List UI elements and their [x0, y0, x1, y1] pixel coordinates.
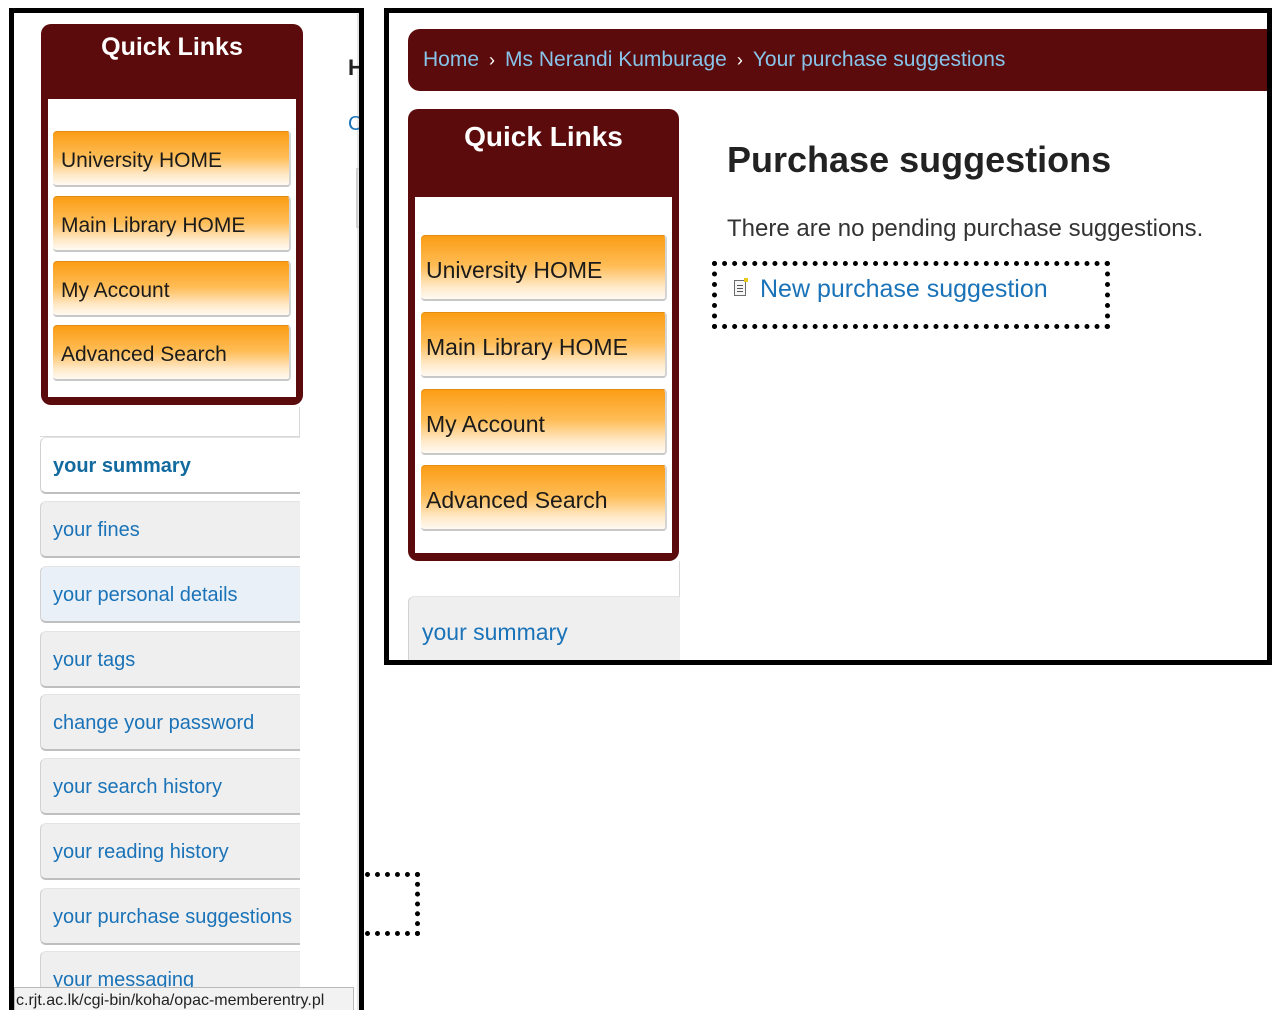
- dotted-connector: [365, 872, 420, 936]
- page-title: Purchase suggestions: [727, 139, 1112, 180]
- left-screenshot-panel: H C Quick Links University HOME Main Lib…: [9, 8, 364, 1010]
- content-edge: [357, 13, 359, 1010]
- tab-your-tags[interactable]: your tags: [40, 631, 300, 688]
- tab-your-reading-history[interactable]: your reading history: [40, 823, 300, 880]
- cropped-box-fragment: [356, 168, 359, 228]
- empty-state-message: There are no pending purchase suggestion…: [727, 215, 1204, 242]
- breadcrumb-home[interactable]: Home: [423, 48, 479, 71]
- breadcrumb-current[interactable]: Your purchase suggestions: [753, 48, 1006, 71]
- tab-your-purchase-suggestions[interactable]: your purchase suggestions: [40, 888, 300, 945]
- breadcrumb: Home › Ms Nerandi Kumburage › Your purchase …: [408, 29, 1267, 91]
- tab-your-search-history[interactable]: your search history: [40, 758, 300, 815]
- quick-link-university-home[interactable]: University HOME: [53, 131, 291, 187]
- quick-link-university-home[interactable]: University HOME: [421, 235, 667, 301]
- breadcrumb-user[interactable]: Ms Nerandi Kumburage: [505, 48, 727, 71]
- quick-link-my-account[interactable]: My Account: [421, 389, 667, 455]
- tab-your-summary[interactable]: your summary: [408, 596, 680, 660]
- quick-links-title: Quick Links: [101, 33, 243, 61]
- tab-your-fines[interactable]: your fines: [40, 501, 300, 558]
- tab-list-top-frame: [40, 407, 300, 437]
- quick-link-main-library-home[interactable]: Main Library HOME: [421, 312, 667, 378]
- quick-link-main-library-home[interactable]: Main Library HOME: [53, 196, 291, 252]
- quick-links-box: Quick Links University HOME Main Library…: [41, 24, 303, 405]
- tab-your-personal-details[interactable]: your personal details: [40, 566, 300, 623]
- browser-status-bar: c.rjt.ac.lk/cgi-bin/koha/opac-memberentr…: [14, 987, 354, 1010]
- breadcrumb-separator: ›: [736, 50, 743, 70]
- quick-links-list: University HOME Main Library HOME My Acc…: [415, 197, 672, 553]
- right-screenshot-panel: Home › Ms Nerandi Kumburage › Your purchase …: [384, 8, 1272, 665]
- document-icon: [734, 278, 748, 296]
- quick-links-title: Quick Links: [464, 121, 623, 152]
- tab-change-your-password[interactable]: change your password: [40, 694, 300, 751]
- quick-link-my-account[interactable]: My Account: [53, 261, 291, 317]
- quick-links-box: Quick Links University HOME Main Library…: [408, 109, 679, 561]
- quick-links-list: University HOME Main Library HOME My Acc…: [48, 99, 296, 397]
- new-purchase-suggestion-link[interactable]: New purchase suggestion: [734, 275, 1048, 304]
- new-purchase-suggestion-label: New purchase suggestion: [760, 275, 1048, 303]
- cropped-link-fragment: C: [348, 113, 363, 135]
- quick-link-advanced-search[interactable]: Advanced Search: [421, 465, 667, 531]
- quick-link-advanced-search[interactable]: Advanced Search: [53, 325, 291, 381]
- tab-your-summary[interactable]: your summary: [40, 437, 300, 494]
- cropped-heading-fragment: H: [348, 55, 364, 80]
- breadcrumb-separator: ›: [489, 50, 496, 70]
- tab-list-top-frame: [408, 561, 680, 597]
